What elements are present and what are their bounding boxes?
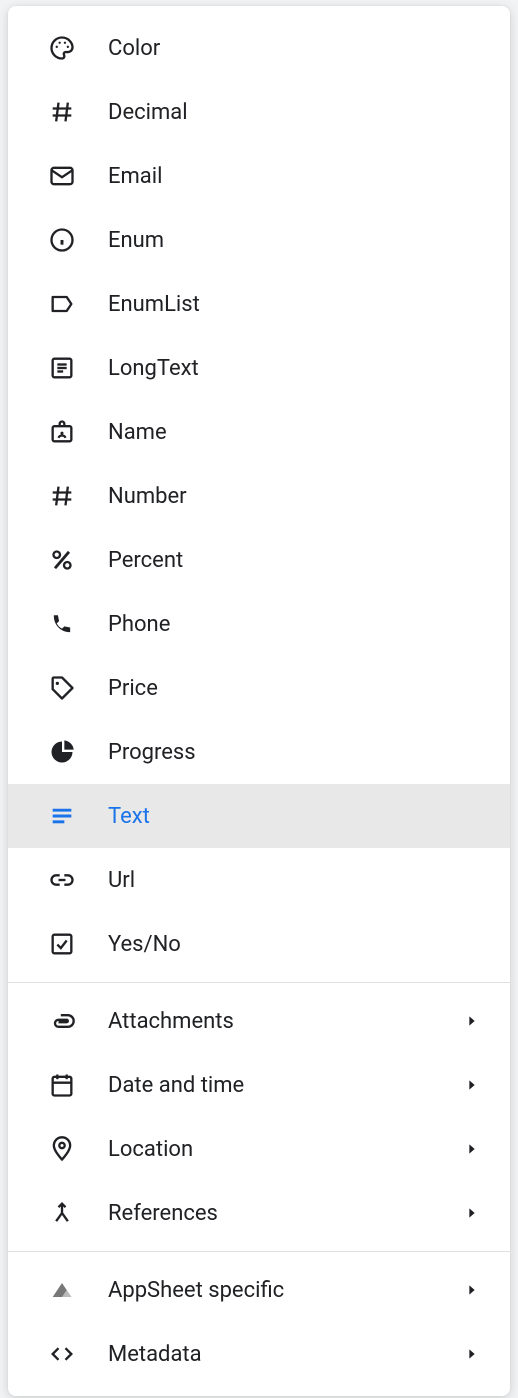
appsheet-icon xyxy=(48,1276,108,1304)
menu-item-label: Location xyxy=(108,1137,462,1162)
menu-item-label: Decimal xyxy=(108,100,482,125)
badge-icon xyxy=(48,418,108,446)
divider xyxy=(8,982,510,983)
menu-item-price[interactable]: Price xyxy=(8,656,510,720)
link-icon xyxy=(48,866,108,894)
menu-item-label: Price xyxy=(108,676,482,701)
menu-item-label: Percent xyxy=(108,548,482,573)
menu-item-label: References xyxy=(108,1201,462,1226)
calendar-icon xyxy=(48,1071,108,1099)
menu-item-enum[interactable]: Enum xyxy=(8,208,510,272)
menu-item-label: Number xyxy=(108,484,482,509)
menu-item-longtext[interactable]: LongText xyxy=(8,336,510,400)
label-icon xyxy=(48,290,108,318)
menu-item-appsheet[interactable]: AppSheet specific xyxy=(8,1258,510,1322)
menu-item-label: EnumList xyxy=(108,292,482,317)
divider xyxy=(8,1251,510,1252)
attachment-icon xyxy=(48,1007,108,1035)
hash-icon xyxy=(48,98,108,126)
chevron-right-icon xyxy=(462,1077,482,1093)
merge-icon xyxy=(48,1199,108,1227)
menu-item-datetime[interactable]: Date and time xyxy=(8,1053,510,1117)
palette-icon xyxy=(48,34,108,62)
menu-item-label: Attachments xyxy=(108,1009,462,1034)
menu-item-yesno[interactable]: Yes/No xyxy=(8,912,510,976)
paragraph-icon xyxy=(48,354,108,382)
envelope-icon xyxy=(48,162,108,190)
menu-item-number[interactable]: Number xyxy=(8,464,510,528)
menu-item-location[interactable]: Location xyxy=(8,1117,510,1181)
phone-icon xyxy=(48,610,108,638)
menu-item-metadata[interactable]: Metadata xyxy=(8,1322,510,1386)
menu-item-label: Metadata xyxy=(108,1342,462,1367)
chevron-right-icon xyxy=(462,1205,482,1221)
menu-item-email[interactable]: Email xyxy=(8,144,510,208)
menu-item-label: AppSheet specific xyxy=(108,1278,462,1303)
clock-icon xyxy=(48,226,108,254)
menu-item-attachments[interactable]: Attachments xyxy=(8,989,510,1053)
tag-icon xyxy=(48,674,108,702)
menu-item-label: Email xyxy=(108,164,482,189)
menu-item-label: Name xyxy=(108,420,482,445)
menu-item-label: LongText xyxy=(108,356,482,381)
menu-item-label: Phone xyxy=(108,612,482,637)
menu-item-references[interactable]: References xyxy=(8,1181,510,1245)
menu-item-label: Yes/No xyxy=(108,932,482,957)
menu-item-label: Date and time xyxy=(108,1073,462,1098)
menu-item-enumlist[interactable]: EnumList xyxy=(8,272,510,336)
menu-item-name[interactable]: Name xyxy=(8,400,510,464)
menu-item-label: Url xyxy=(108,868,482,893)
checkbox-icon xyxy=(48,930,108,958)
chevron-right-icon xyxy=(462,1346,482,1362)
menu-item-text[interactable]: Text xyxy=(8,784,510,848)
menu-item-label: Text xyxy=(108,804,482,829)
chevron-right-icon xyxy=(462,1282,482,1298)
menu-item-phone[interactable]: Phone xyxy=(8,592,510,656)
hash-icon xyxy=(48,482,108,510)
code-icon xyxy=(48,1340,108,1368)
type-picker-menu: Color Decimal Email Enum EnumList LongTe… xyxy=(8,6,510,1396)
menu-item-label: Color xyxy=(108,36,482,61)
chevron-right-icon xyxy=(462,1013,482,1029)
lines-icon xyxy=(48,802,108,830)
menu-item-label: Enum xyxy=(108,228,482,253)
percent-icon xyxy=(48,546,108,574)
menu-item-label: Progress xyxy=(108,740,482,765)
pin-icon xyxy=(48,1135,108,1163)
menu-item-progress[interactable]: Progress xyxy=(8,720,510,784)
menu-item-decimal[interactable]: Decimal xyxy=(8,80,510,144)
menu-item-color[interactable]: Color xyxy=(8,16,510,80)
menu-item-percent[interactable]: Percent xyxy=(8,528,510,592)
pie-icon xyxy=(48,738,108,766)
chevron-right-icon xyxy=(462,1141,482,1157)
menu-item-url[interactable]: Url xyxy=(8,848,510,912)
